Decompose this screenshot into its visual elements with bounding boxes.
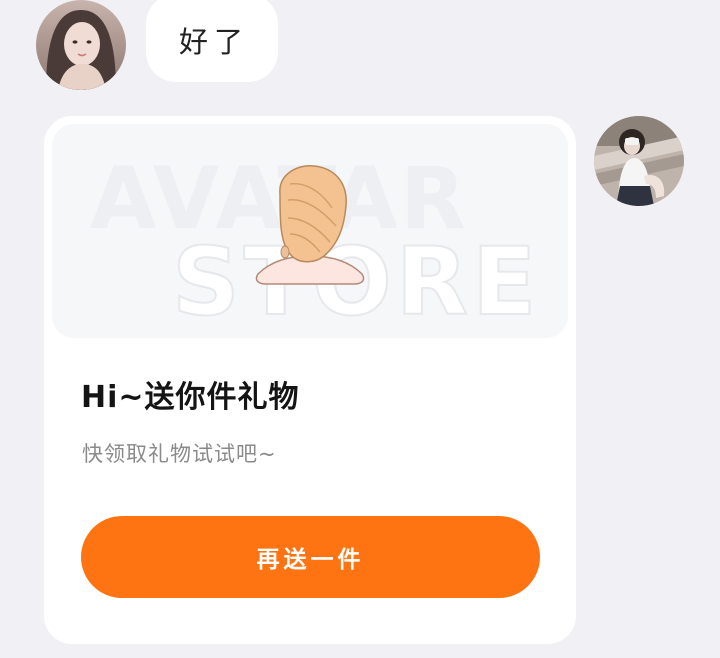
sender-avatar-image bbox=[36, 0, 126, 90]
gift-preview-art: AVATAR STORE bbox=[90, 149, 537, 338]
incoming-message-bubble[interactable]: 好了 bbox=[146, 0, 278, 82]
gift-preview: AVATAR STORE bbox=[52, 124, 568, 338]
gift-subtitle: 快领取礼物试试吧~ bbox=[82, 442, 277, 466]
self-avatar-image bbox=[594, 116, 684, 206]
resend-gift-button[interactable]: 再送一件 bbox=[81, 516, 540, 598]
gift-card[interactable]: AVATAR STORE Hi~送你件礼物 快领取礼物试试吧~ 再送一件 bbox=[44, 116, 576, 644]
self-avatar[interactable] bbox=[594, 116, 684, 206]
sender-avatar[interactable] bbox=[36, 0, 126, 90]
gift-title: Hi~送你件礼物 bbox=[81, 380, 300, 415]
incoming-message-text: 好了 bbox=[179, 25, 250, 59]
resend-gift-button-label: 再送一件 bbox=[256, 547, 365, 573]
